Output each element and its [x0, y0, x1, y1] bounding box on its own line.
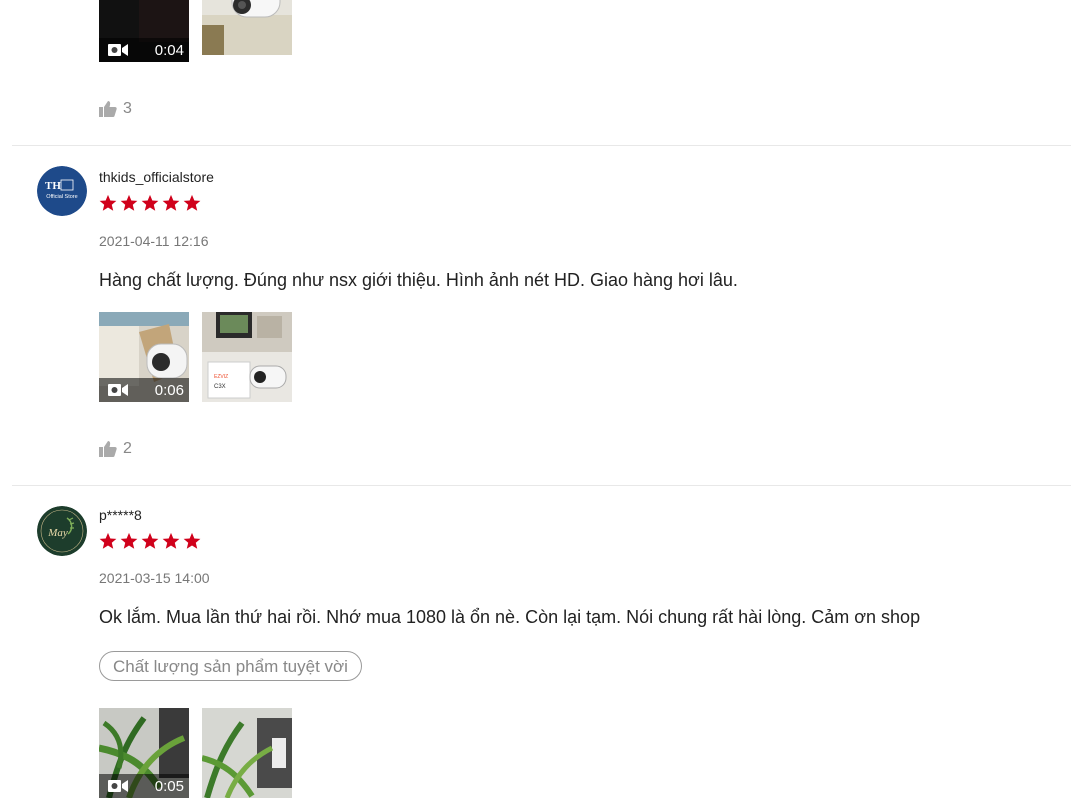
- star-icon: [183, 532, 201, 549]
- svg-text:Official Store: Official Store: [46, 194, 77, 200]
- star-icon: [162, 194, 180, 211]
- rating-stars: [99, 194, 201, 212]
- star-icon: [141, 194, 159, 211]
- svg-text:May: May: [47, 527, 68, 539]
- video-duration: 0:06: [154, 382, 184, 399]
- review-video-thumbnail[interactable]: 0:05: [99, 708, 189, 798]
- svg-text:TH: TH: [45, 180, 61, 192]
- product-box-label: C3X: [214, 384, 226, 390]
- video-duration: 0:04: [154, 42, 184, 59]
- review-date: 2021-03-15 14:00: [99, 570, 210, 586]
- star-icon: [99, 194, 117, 211]
- star-icon: [183, 194, 201, 211]
- rating-stars: [99, 532, 201, 550]
- review-comment: Hàng chất lượng. Đúng như nsx giới thiệu…: [99, 270, 738, 290]
- review-date: 2021-04-11 12:16: [99, 233, 209, 249]
- like-count: 3: [123, 100, 132, 117]
- like-button[interactable]: 3: [99, 99, 132, 119]
- like-count: 2: [123, 440, 132, 457]
- svg-text:EZVIZ: EZVIZ: [214, 374, 228, 380]
- star-icon: [99, 532, 117, 549]
- video-overlay-bar: 0:04: [99, 38, 189, 62]
- video-camera-icon: [108, 384, 128, 396]
- reviewer-username[interactable]: p*****8: [99, 507, 142, 523]
- review-divider: [12, 145, 1071, 146]
- thumbs-up-icon: [99, 441, 117, 457]
- avatar[interactable]: TH Official Store: [37, 166, 87, 216]
- video-camera-icon: [108, 44, 128, 56]
- review-video-thumbnail[interactable]: 0:06: [99, 312, 189, 402]
- review-video-thumbnail[interactable]: 0:04: [99, 0, 189, 62]
- video-overlay-bar: 0:05: [99, 774, 189, 798]
- review-tag: Chất lượng sản phẩm tuyệt vời: [99, 651, 362, 681]
- like-button[interactable]: 2: [99, 439, 132, 459]
- review-divider: [12, 485, 1071, 486]
- video-overlay-bar: 0:06: [99, 378, 189, 402]
- review-comment: Ok lắm. Mua lần thứ hai rồi. Nhớ mua 108…: [99, 607, 921, 627]
- star-icon: [120, 194, 138, 211]
- video-camera-icon: [108, 780, 128, 792]
- star-icon: [120, 532, 138, 549]
- video-duration: 0:05: [154, 778, 184, 795]
- avatar[interactable]: May: [37, 506, 87, 556]
- star-icon: [162, 532, 180, 549]
- review-image-thumbnail[interactable]: EZVIZ C3X: [202, 312, 292, 402]
- thumbs-up-icon: [99, 101, 117, 117]
- star-icon: [141, 532, 159, 549]
- reviewer-username[interactable]: thkids_officialstore: [99, 169, 214, 185]
- review-image-thumbnail[interactable]: [202, 0, 292, 55]
- review-image-thumbnail[interactable]: [202, 708, 292, 798]
